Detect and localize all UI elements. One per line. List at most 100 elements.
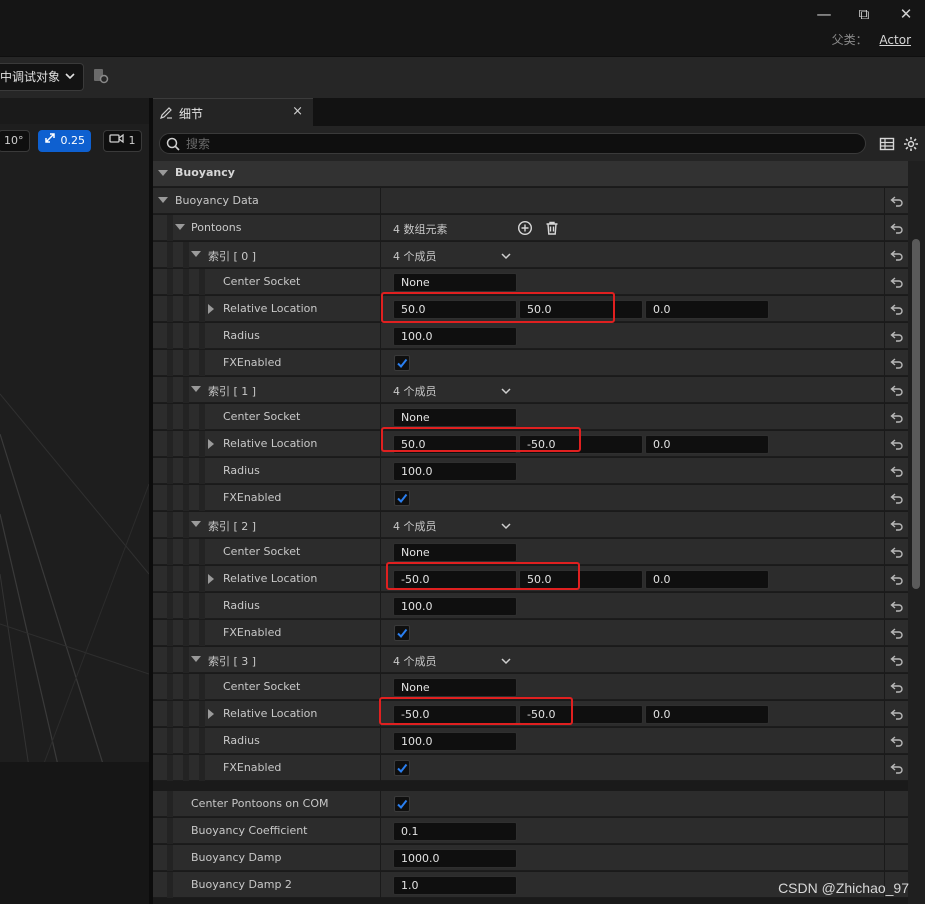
collapse-arrow-icon[interactable] [191,386,201,392]
restore-button[interactable]: ⧉ [850,4,878,24]
viewport-panel[interactable]: 10° 0.25 1 [0,98,149,904]
radius-row: Radius 100.0 [153,323,908,349]
viewport-tab-strip [0,98,149,124]
fx-enabled-checkbox[interactable] [394,625,410,641]
fx-enabled-checkbox[interactable] [394,355,410,371]
buoyancy-damp2-field[interactable]: 1.0 [393,876,517,895]
center-pontoons-checkbox[interactable] [394,796,410,812]
expand-arrow-icon[interactable] [208,709,214,719]
reset-to-default-icon[interactable] [890,303,903,315]
pontoon-index-row: 索引 [ 3 ] 4 个成员 [153,647,908,673]
search-box[interactable] [159,133,866,154]
collapse-arrow-icon[interactable] [191,521,201,527]
reset-to-default-icon[interactable] [890,681,903,693]
reset-to-default-icon[interactable] [890,492,903,504]
chevron-down-icon[interactable] [501,385,511,395]
chevron-down-icon[interactable] [501,250,511,260]
details-scrollbar[interactable] [908,161,925,904]
location-y-field[interactable]: 50.0 [519,300,643,319]
tab-close-button[interactable]: × [292,104,303,119]
reset-cell [884,242,908,268]
fx-enabled-checkbox[interactable] [394,490,410,506]
reset-to-default-icon[interactable] [890,627,903,639]
reset-to-default-icon[interactable] [890,708,903,720]
property-label: Buoyancy Damp [191,851,282,864]
location-z-field[interactable]: 0.0 [645,705,769,724]
close-window-button[interactable]: ✕ [892,4,920,24]
location-x-field[interactable]: -50.0 [393,705,517,724]
center-socket-field[interactable]: None [393,408,517,427]
buoyancy-coefficient-field[interactable]: 0.1 [393,822,517,841]
center-socket-field[interactable]: None [393,543,517,562]
location-z-field[interactable]: 0.0 [645,435,769,454]
scale-snap[interactable]: 0.25 [38,130,91,152]
parent-class-link[interactable]: Actor [879,33,911,47]
expand-arrow-icon[interactable] [208,439,214,449]
camera-speed[interactable]: 1 [103,130,142,152]
radius-field[interactable]: 100.0 [393,597,517,616]
location-x-field[interactable]: 50.0 [393,435,517,454]
reset-to-default-icon[interactable] [890,573,903,585]
reset-to-default-icon[interactable] [890,222,903,234]
location-z-field[interactable]: 0.0 [645,570,769,589]
pontoon-index-label: 索引 [ 0 ] [208,250,257,263]
reset-to-default-icon[interactable] [890,546,903,558]
tab-details[interactable]: 细节 × [153,98,313,126]
reset-to-default-icon[interactable] [890,357,903,369]
expand-arrow-icon[interactable] [208,574,214,584]
reset-to-default-icon[interactable] [890,465,903,477]
property-label: Radius [223,599,260,612]
collapse-arrow-icon[interactable] [158,197,168,203]
reset-to-default-icon[interactable] [890,600,903,612]
collapse-arrow-icon[interactable] [191,251,201,257]
gear-icon[interactable] [903,136,919,152]
reset-to-default-icon[interactable] [890,249,903,261]
add-element-icon[interactable] [517,220,533,236]
chevron-down-icon[interactable] [501,655,511,665]
collapse-arrow-icon[interactable] [191,656,201,662]
member-count: 4 个成员 [393,520,437,533]
property-label: FXEnabled [223,491,282,504]
reset-to-default-icon[interactable] [890,411,903,423]
reset-to-default-icon[interactable] [890,276,903,288]
location-y-field[interactable]: -50.0 [519,435,643,454]
rotation-snap[interactable]: 10° [0,130,30,152]
center-socket-row: Center Socket None [153,269,908,295]
trash-icon[interactable] [544,220,560,236]
collapse-arrow-icon[interactable] [175,224,185,230]
category-row[interactable]: Buoyancy [153,161,908,187]
reset-to-default-icon[interactable] [890,195,903,207]
collapse-arrow-icon[interactable] [158,170,168,176]
reset-to-default-icon[interactable] [890,735,903,747]
location-y-field[interactable]: -50.0 [519,705,643,724]
chevron-down-icon[interactable] [501,520,511,530]
minimize-button[interactable]: — [810,4,838,24]
reset-to-default-icon[interactable] [890,654,903,666]
reset-to-default-icon[interactable] [890,384,903,396]
radius-field[interactable]: 100.0 [393,327,517,346]
center-socket-field[interactable]: None [393,678,517,697]
search-input[interactable] [186,135,846,152]
debug-object-dropdown[interactable]: 中调试对象 [0,63,84,91]
scroll-thumb[interactable] [912,239,920,589]
location-z-field[interactable]: 0.0 [645,300,769,319]
expand-arrow-icon[interactable] [208,304,214,314]
reset-to-default-icon[interactable] [890,519,903,531]
location-x-field[interactable]: -50.0 [393,570,517,589]
center-socket-row: Center Socket None [153,404,908,430]
reset-to-default-icon[interactable] [890,438,903,450]
property-label: FXEnabled [223,761,282,774]
center-socket-field[interactable]: None [393,273,517,292]
find-in-blueprint-icon[interactable] [92,67,110,85]
radius-field[interactable]: 100.0 [393,462,517,481]
radius-field[interactable]: 100.0 [393,732,517,751]
fx-enabled-checkbox[interactable] [394,760,410,776]
location-y-field[interactable]: 50.0 [519,570,643,589]
table-view-icon[interactable] [879,136,895,152]
reset-to-default-icon[interactable] [890,330,903,342]
property-label: Radius [223,329,260,342]
location-x-field[interactable]: 50.0 [393,300,517,319]
buoyancy-damp-field[interactable]: 1000.0 [393,849,517,868]
reset-to-default-icon[interactable] [890,762,903,774]
reset-cell [884,431,908,457]
